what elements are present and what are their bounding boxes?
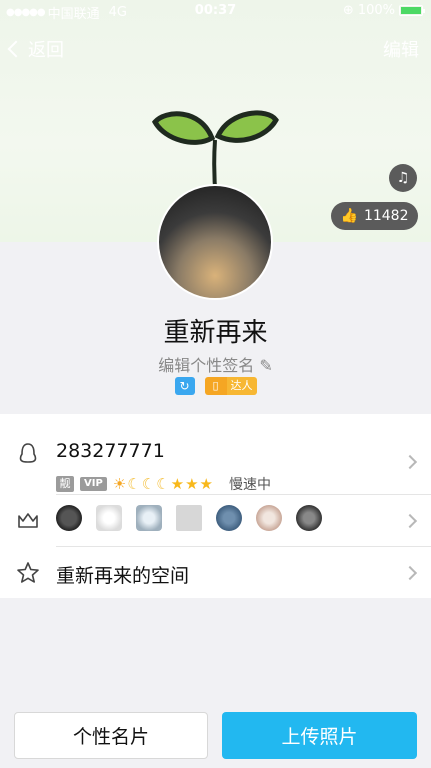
badge-row: ↻ ▯ 达人 <box>0 377 431 395</box>
refresh-badge-icon[interactable]: ↻ <box>174 377 195 395</box>
bottom-actions: 个性名片 上传照片 <box>14 712 417 759</box>
qq-info-row[interactable]: 283277771 靓 VIP ☀ ☾ ☾ ☾ ★ ★ ★ 慢速中 <box>0 424 431 494</box>
diamond-medal-icon <box>96 505 122 531</box>
medal-list <box>56 505 322 531</box>
avatar[interactable] <box>157 184 273 300</box>
like-count: 11482 <box>363 208 409 224</box>
thumbs-up-icon: 👍 <box>340 208 358 224</box>
moon-icon: ☾ <box>156 475 170 493</box>
edit-button[interactable]: 编辑 <box>383 36 419 62</box>
chevron-right-icon <box>402 565 418 581</box>
star-outline-icon <box>17 562 39 583</box>
lock-rotation-icon: ⊕ <box>342 3 354 18</box>
vip-tag: VIP <box>80 477 107 491</box>
liang-tag: 靓 <box>56 476 74 492</box>
talent-label: 达人 <box>226 377 257 395</box>
music-note-button[interactable]: ♫ <box>389 164 417 192</box>
chevron-right-icon <box>402 513 418 529</box>
signature-edit[interactable]: 编辑个性签名 ✎ <box>0 352 431 376</box>
star-icon: ★ <box>199 475 213 493</box>
penguin-medal-icon <box>56 505 82 531</box>
back-button[interactable]: 返回 <box>7 36 64 62</box>
info-card: 283277771 靓 VIP ☀ ☾ ☾ ☾ ★ ★ ★ 慢速中 重新再来的空… <box>0 414 431 598</box>
sun-icon: ☀ <box>112 475 127 493</box>
star-icon: ★ <box>185 475 199 493</box>
medals-row[interactable] <box>0 496 431 546</box>
star-medal-icon <box>216 505 242 531</box>
moon-icon: ☾ <box>141 475 156 493</box>
diamond-blue-medal-icon <box>136 505 162 531</box>
level-icons: ☀ ☾ ☾ ☾ ★ ★ ★ <box>113 475 213 493</box>
chevron-right-icon <box>402 454 418 470</box>
divider <box>56 494 431 495</box>
speed-status: 慢速中 <box>228 477 271 493</box>
battery-icon <box>399 5 425 16</box>
book-medal-icon <box>176 505 202 531</box>
battery-percent: 100% <box>357 3 395 18</box>
pencil-icon: ✎ <box>259 356 273 375</box>
moon-icon: ☾ <box>127 475 141 493</box>
like-button[interactable]: 👍 11482 <box>331 202 418 230</box>
profile-card-button[interactable]: 个性名片 <box>14 712 208 759</box>
penguin-icon <box>19 443 37 463</box>
talent-badge[interactable]: ▯ 达人 <box>204 377 257 395</box>
level-row: 靓 VIP ☀ ☾ ☾ ☾ ★ ★ ★ 慢速中 <box>56 474 271 494</box>
crown-icon <box>18 513 38 528</box>
space-label: 重新再来的空间 <box>56 565 190 587</box>
profile-name: 重新再来 <box>163 318 268 348</box>
chevron-left-icon <box>7 40 25 58</box>
status-bar: ●●●●● 中国联通 4G 00:37 ⊕ 100% <box>0 0 431 22</box>
lightning-medal-icon <box>256 505 282 531</box>
upload-photo-button[interactable]: 上传照片 <box>222 712 417 759</box>
qq-number: 283277771 <box>56 440 165 462</box>
divider <box>56 546 431 547</box>
phone-icon: ▯ <box>204 377 227 395</box>
signature-label: 编辑个性签名 <box>158 356 255 375</box>
back-label: 返回 <box>28 40 64 61</box>
penguin-face-medal-icon <box>296 505 322 531</box>
space-row[interactable]: 重新再来的空间 <box>0 548 431 598</box>
star-icon: ★ <box>170 475 185 493</box>
